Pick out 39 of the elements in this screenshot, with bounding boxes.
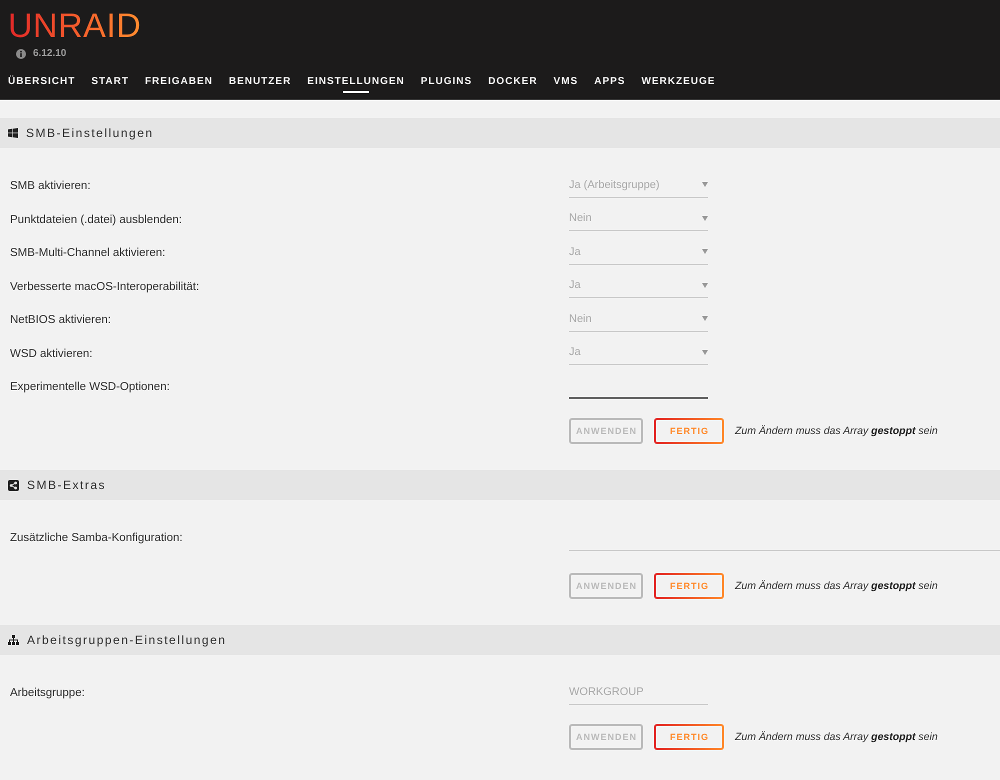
field-label: Experimentelle WSD-Optionen: — [10, 381, 170, 393]
note-text: Zum Ändern muss das Array gestoppt sein — [735, 579, 938, 593]
action-button[interactable]: FERTIG — [654, 573, 724, 599]
section-title: SMB-Einstellungen — [26, 126, 154, 140]
field-label: Zusätzliche Samba-Konfiguration: — [10, 532, 183, 544]
section-title: SMB-Extras — [27, 478, 106, 492]
windows-logo-icon — [8, 128, 18, 138]
action-button[interactable]: FERTIG — [654, 724, 724, 750]
version-text: 6.12.10 — [33, 47, 66, 61]
info-icon — [16, 49, 26, 59]
nav-tab[interactable]: DOCKER — [488, 76, 538, 93]
caret-icon — [702, 350, 708, 354]
action-button[interactable]: FERTIG — [654, 418, 724, 444]
field-label: SMB-Multi-Channel aktivieren: — [10, 247, 166, 259]
sitemap-icon — [8, 635, 19, 645]
caret-icon — [702, 316, 708, 321]
field-label: Arbeitsgruppe: — [10, 687, 85, 699]
nav-tab[interactable]: ÜBERSICHT — [8, 76, 76, 93]
nav-tab[interactable]: EINSTELLUNGEN — [307, 76, 405, 93]
field-label: WSD aktivieren: — [10, 348, 92, 360]
nav-tab[interactable]: APPS — [594, 76, 626, 93]
nav-tab[interactable]: PLUGINS — [420, 76, 472, 93]
note-text: Zum Ändern muss das Array gestoppt sein — [735, 730, 938, 744]
field-label: SMB aktivieren: — [10, 180, 91, 192]
caret-icon — [702, 182, 708, 187]
field-label: NetBIOS aktivieren: — [10, 314, 111, 326]
nav-tab[interactable]: START — [91, 76, 129, 93]
section-title: Arbeitsgruppen-Einstellungen — [27, 633, 226, 647]
share-icon — [8, 480, 19, 490]
note-text: Zum Ändern muss das Array gestoppt sein — [735, 424, 938, 438]
nav-tab[interactable]: FREIGABEN — [144, 76, 213, 93]
field-label: Punktdateien (.datei) ausblenden: — [10, 214, 182, 226]
nav-tab[interactable]: BENUTZER — [228, 76, 292, 93]
field-label: Verbesserte macOS-Interoperabilität: — [10, 280, 200, 292]
caret-icon — [702, 282, 708, 288]
nav-tab[interactable]: VMS — [554, 76, 578, 93]
caret-icon — [702, 216, 708, 220]
caret-icon — [702, 249, 708, 254]
nav-tab[interactable]: WERKZEUGE — [641, 76, 716, 93]
